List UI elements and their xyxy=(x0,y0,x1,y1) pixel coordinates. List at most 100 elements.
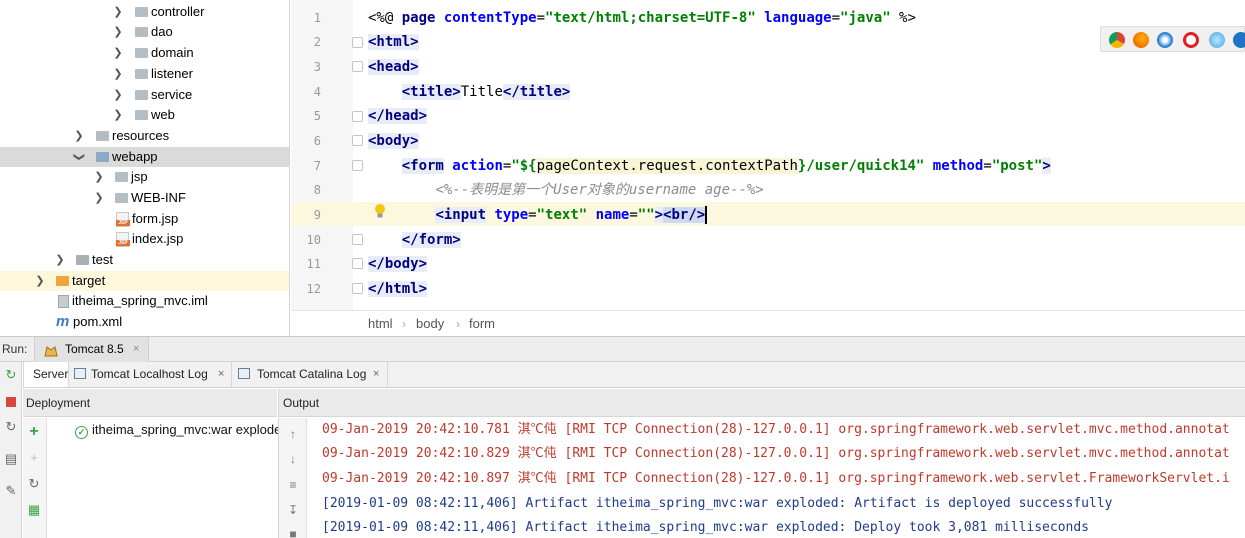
safari-icon[interactable] xyxy=(1157,32,1173,48)
tree-item-web[interactable]: ❯ web xyxy=(0,105,289,125)
maven-file-icon: m xyxy=(56,313,70,330)
chevron-right-icon[interactable]: ❯ xyxy=(112,43,124,63)
tab-label: Tomcat Catalina Log xyxy=(257,367,367,381)
rerun-icon[interactable]: ↻ xyxy=(3,367,19,383)
jsp-file-icon: JSP xyxy=(116,212,130,227)
fold-marker-icon[interactable] xyxy=(352,160,363,171)
code-line-4: <title>Title</title> xyxy=(401,84,571,100)
tree-item-pom[interactable]: m pom.xml xyxy=(0,312,289,332)
chevron-right-icon[interactable]: ❯ xyxy=(112,85,124,105)
text-caret xyxy=(705,206,708,224)
tree-item-index-jsp[interactable]: JSP index.jsp xyxy=(0,229,289,249)
fold-marker-icon[interactable] xyxy=(352,37,363,48)
chevron-right-icon[interactable]: ❯ xyxy=(93,188,105,208)
fold-marker-icon[interactable] xyxy=(352,135,363,146)
code-line-6: <body> xyxy=(368,133,419,149)
package-icon xyxy=(135,27,148,37)
line-number: 6 xyxy=(313,134,321,148)
breadcrumb-item-body[interactable]: body xyxy=(416,311,444,337)
undeploy-icon[interactable]: + xyxy=(26,450,42,466)
code-line-8: <%--表明是第一个User对象的username age--%> xyxy=(435,182,764,198)
code-line-11: </body> xyxy=(368,256,428,272)
close-icon[interactable]: × xyxy=(373,362,379,386)
print-icon[interactable]: ■ xyxy=(285,526,301,538)
chevron-right-icon[interactable]: ❯ xyxy=(112,2,124,22)
tree-item-test[interactable]: ❯ test xyxy=(0,250,289,270)
fold-marker-icon[interactable] xyxy=(352,234,363,245)
tree-item-label: dao xyxy=(151,24,173,39)
chevron-right-icon[interactable]: ❯ xyxy=(54,250,66,270)
chevron-right-icon[interactable]: ❯ xyxy=(93,167,105,187)
close-icon[interactable]: × xyxy=(133,337,139,361)
output-toolbar: ↑ ↓ ≡ ↧ ■ xyxy=(278,418,307,538)
tree-item-domain[interactable]: ❯ domain xyxy=(0,43,289,63)
opera-icon[interactable] xyxy=(1183,32,1199,48)
tree-item-dao[interactable]: ❯ dao xyxy=(0,22,289,42)
tab-tomcat-localhost-log[interactable]: Tomcat Localhost Log × xyxy=(69,362,232,387)
code-line-7: <form action="${pageContext.request.cont… xyxy=(401,158,1051,174)
tab-tomcat-catalina-log[interactable]: Tomcat Catalina Log × xyxy=(232,362,388,387)
line-number: 12 xyxy=(306,282,321,296)
chevron-right-icon[interactable]: ❯ xyxy=(34,271,46,291)
chrome-icon[interactable] xyxy=(1109,32,1125,48)
layout-icon[interactable]: ▤ xyxy=(3,451,19,467)
tree-item-iml[interactable]: itheima_spring_mvc.iml xyxy=(0,291,289,311)
code-line-10: </form> xyxy=(401,232,461,248)
log-line: [2019-01-09 08:42:11,406] Artifact ithei… xyxy=(322,496,1113,511)
chevron-right-icon[interactable]: ❯ xyxy=(112,64,124,84)
log-line: 09-Jan-2019 20:42:10.897 淇℃伅 [RMI TCP Co… xyxy=(322,471,1230,486)
chevron-right-icon[interactable]: ❯ xyxy=(112,105,124,125)
tree-item-label: WEB-INF xyxy=(131,190,186,205)
web-folder-icon xyxy=(96,152,109,162)
output-console[interactable]: 09-Jan-2019 20:42:10.781 淇℃伅 [RMI TCP Co… xyxy=(307,418,1245,538)
fold-marker-icon[interactable] xyxy=(352,283,363,294)
arrow-up-icon[interactable]: ↑ xyxy=(285,426,301,442)
tree-item-listener[interactable]: ❯ listener xyxy=(0,64,289,84)
ie-icon[interactable] xyxy=(1209,32,1225,48)
jsp-file-icon: JSP xyxy=(116,232,130,247)
log-line: 09-Jan-2019 20:42:10.829 淇℃伅 [RMI TCP Co… xyxy=(322,446,1230,461)
fold-marker-icon[interactable] xyxy=(352,258,363,269)
redeploy-icon[interactable]: ↻ xyxy=(26,476,42,492)
tree-item-jsp[interactable]: ❯ jsp xyxy=(0,167,289,187)
tab-server[interactable]: Server xyxy=(23,362,69,387)
deploy-icon[interactable]: + xyxy=(26,424,42,440)
tree-item-web-inf[interactable]: ❯ WEB-INF xyxy=(0,188,289,208)
log-icon xyxy=(238,368,250,379)
arrow-down-icon[interactable]: ↓ xyxy=(285,451,301,467)
breadcrumb-item-form[interactable]: form xyxy=(469,311,495,337)
tab-tomcat-run-config[interactable]: Tomcat 8.5 × xyxy=(34,337,149,362)
tree-item-service[interactable]: ❯ service xyxy=(0,85,289,105)
tree-item-label: test xyxy=(92,252,113,267)
breadcrumb-item-html[interactable]: html xyxy=(368,311,393,337)
deployment-item[interactable]: ✓ itheima_spring_mvc:war exploded xyxy=(75,421,289,439)
project-tree: ❯ controller ❯ dao ❯ domain ❯ listener ❯… xyxy=(0,0,290,336)
log-icon xyxy=(74,368,86,379)
edge-icon[interactable] xyxy=(1233,32,1245,48)
chevron-right-icon[interactable]: ❯ xyxy=(73,126,85,146)
folder-icon xyxy=(115,193,128,203)
soft-wrap-icon[interactable]: ≡ xyxy=(285,477,301,493)
fold-marker-icon[interactable] xyxy=(352,61,363,72)
chevron-right-icon[interactable]: ❯ xyxy=(112,22,124,42)
tree-item-label: form.jsp xyxy=(132,211,179,226)
package-icon xyxy=(135,69,148,79)
close-icon[interactable]: × xyxy=(218,362,224,386)
tree-item-resources[interactable]: ❯ resources xyxy=(0,126,289,146)
artifact-icon[interactable]: ▦ xyxy=(26,502,42,518)
pin-icon[interactable]: ✎ xyxy=(3,483,19,499)
folder-icon xyxy=(76,255,89,265)
tree-item-label: target xyxy=(72,273,106,288)
stop-icon[interactable] xyxy=(3,395,19,411)
refresh-icon[interactable]: ↻ xyxy=(3,419,19,435)
tree-item-controller[interactable]: ❯ controller xyxy=(0,2,289,22)
code-line-12: </html> xyxy=(368,281,428,297)
tree-item-form-jsp[interactable]: JSP form.jsp xyxy=(0,209,289,229)
firefox-icon[interactable] xyxy=(1133,32,1149,48)
tree-item-webapp[interactable]: ❯ webapp xyxy=(0,147,289,167)
scroll-to-end-icon[interactable]: ↧ xyxy=(285,502,301,518)
tree-item-target[interactable]: ❯ target xyxy=(0,271,289,291)
chevron-right-icon: › xyxy=(456,317,460,331)
fold-marker-icon[interactable] xyxy=(352,111,363,122)
chevron-down-icon[interactable]: ❯ xyxy=(69,151,89,163)
